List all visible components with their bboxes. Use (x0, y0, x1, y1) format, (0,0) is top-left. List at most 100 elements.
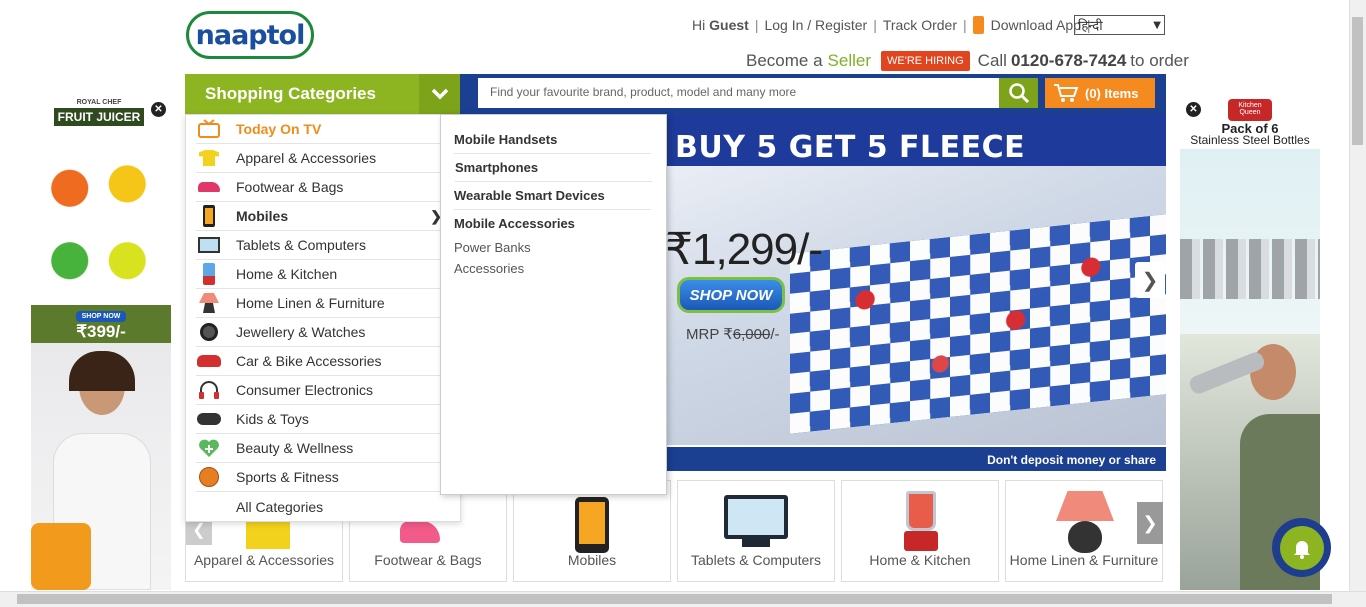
category-tile-mobiles[interactable]: Mobiles (513, 480, 671, 582)
logo-text: naaptol (195, 19, 306, 51)
right-ad-bottles[interactable]: Kitchen Queen Pack of 6 Stainless Steel … (1180, 97, 1320, 590)
lamp-icon (1056, 491, 1114, 521)
chevron-right-icon: ❯ (1142, 512, 1158, 533)
order-text: to order (1130, 51, 1189, 70)
tv-icon (196, 118, 222, 140)
call-text: Call (977, 51, 1007, 70)
tshirt-icon (246, 521, 290, 549)
left-ad-juicer[interactable]: ROYAL CHEF FRUIT JUICER SHOP NOW ₹399/- (31, 97, 171, 590)
menu-item-electronics[interactable]: Consumer Electronics (196, 376, 440, 405)
mrp-label: MRP ₹ (686, 326, 733, 343)
submenu-heading[interactable]: Wearable Smart Devices (454, 188, 651, 210)
phone-number: 0120-678-7424 (1010, 51, 1127, 70)
search-input[interactable]: Find your favourite brand, product, mode… (478, 78, 999, 108)
ad-title: FRUIT JUICER (54, 108, 144, 126)
seller-row: Become a Seller WE'RE HIRING Call 0120-6… (746, 50, 1189, 72)
ad-price-band: SHOP NOW ₹399/- (31, 305, 171, 343)
banner-next-button[interactable]: ❯ (1135, 262, 1165, 298)
strip-next-button[interactable]: ❯ (1137, 502, 1163, 544)
chevron-down-icon (431, 88, 448, 100)
shop-now-label: SHOP NOW (689, 286, 773, 304)
menu-item-label: Apparel & Accessories (236, 150, 377, 166)
greeting: Hi (692, 17, 706, 33)
mrp-value: 6,000 (732, 326, 771, 343)
category-label: Tablets & Computers (691, 552, 821, 568)
chat-widget-button[interactable] (1272, 518, 1331, 577)
submenu-link[interactable]: Accessories (454, 261, 524, 276)
menu-item-label: Today On TV (236, 121, 322, 137)
submenu-heading[interactable]: Mobile Handsets (454, 132, 651, 154)
categories-title: Shopping Categories (205, 84, 376, 103)
vertical-scroll-thumb[interactable] (1352, 17, 1363, 145)
mobile-icon (575, 497, 609, 553)
ball-icon (196, 466, 222, 488)
menu-item-kids-toys[interactable]: Kids & Toys (196, 405, 440, 434)
search-button[interactable] (999, 78, 1038, 108)
menu-item-label: Consumer Electronics (236, 382, 373, 398)
menu-item-label: Jewellery & Watches (236, 324, 366, 340)
cart-button[interactable]: (0) Items (1045, 78, 1155, 108)
menu-item-beauty[interactable]: Beauty & Wellness (196, 434, 440, 463)
ad-brand-logo: ROYAL CHEF FRUIT JUICER (54, 99, 144, 131)
monitor-icon (724, 495, 788, 539)
menu-item-today-on-tv[interactable]: Today On TV (196, 115, 440, 144)
chevron-right-icon: ❯ (1141, 269, 1159, 292)
menu-item-car-bike[interactable]: Car & Bike Accessories (196, 347, 440, 376)
tshirt-icon (196, 147, 222, 169)
banner-mrp: MRP ₹6,000/- (686, 325, 780, 343)
headphones-icon (196, 379, 222, 401)
menu-item-all-categories[interactable]: All Categories (196, 492, 440, 521)
submenu-heading[interactable]: Smartphones (455, 160, 652, 182)
category-label: Apparel & Accessories (193, 552, 335, 568)
submenu-heading[interactable]: Mobile Accessories (454, 216, 651, 237)
banner-price: ₹1,299/- (665, 225, 823, 274)
monitor-icon (196, 234, 222, 256)
menu-item-apparel[interactable]: Apparel & Accessories (196, 144, 440, 173)
phone-icon (972, 16, 984, 34)
menu-item-jewellery[interactable]: Jewellery & Watches (196, 318, 440, 347)
menu-item-sports[interactable]: Sports & Fitness (196, 463, 440, 492)
cart-icon (1054, 84, 1079, 102)
ad-brand-logo: Kitchen Queen (1228, 99, 1272, 121)
top-links: Hi Guest | Log In / Register | Track Ord… (692, 16, 1091, 34)
seller-link[interactable]: Seller (828, 51, 871, 71)
category-label: Home Linen & Furniture (1009, 552, 1159, 568)
track-order-link[interactable]: Track Order (883, 17, 957, 33)
submenu-link[interactable]: Power Banks (454, 240, 531, 255)
close-left-ad-button[interactable]: ✕ (151, 102, 166, 117)
menu-item-home-linen[interactable]: Home Linen & Furniture (196, 289, 440, 318)
login-link[interactable]: Log In / Register (764, 17, 867, 33)
menu-item-label: Kids & Toys (236, 411, 309, 427)
ad-brand: Kitchen Queen (1238, 102, 1262, 116)
category-menu: Today On TV Apparel & Accessories Footwe… (185, 114, 461, 522)
close-icon: ✕ (154, 104, 163, 115)
category-label: Mobiles (567, 552, 617, 568)
heart-icon (196, 437, 222, 459)
menu-item-label: Home & Kitchen (236, 266, 338, 282)
category-tile-tablets[interactable]: Tablets & Computers (677, 480, 835, 582)
menu-item-footwear[interactable]: Footwear & Bags (196, 173, 440, 202)
shopping-categories-button[interactable]: Shopping Categories (185, 74, 419, 114)
ad-price: ₹399/- (76, 322, 126, 341)
banner-shop-now-button[interactable]: SHOP NOW (677, 277, 785, 313)
become-text: Become a (746, 51, 823, 70)
language-select[interactable]: हिन्दी ▼ (1074, 15, 1165, 35)
juicer-image (41, 152, 156, 297)
menu-item-home-kitchen[interactable]: Home & Kitchen (196, 260, 440, 289)
categories-toggle[interactable] (419, 74, 460, 114)
menu-item-mobiles[interactable]: Mobiles ❯ (196, 202, 442, 231)
banner-footer-text: Don't deposit money or share (987, 453, 1156, 467)
menu-item-label: Home Linen & Furniture (236, 295, 385, 311)
menu-item-tablets[interactable]: Tablets & Computers (196, 231, 440, 260)
ad-shop-now[interactable]: SHOP NOW (75, 311, 127, 322)
user-name: Guest (709, 17, 749, 33)
download-app-link[interactable]: Download App (991, 17, 1081, 33)
search-placeholder: Find your favourite brand, product, mode… (490, 85, 797, 99)
cart-count: (0) Items (1085, 85, 1139, 101)
close-right-ad-button[interactable]: ✕ (1186, 102, 1201, 117)
horizontal-scroll-thumb[interactable] (17, 594, 1332, 604)
chevron-down-icon: ▼ (1153, 19, 1161, 31)
hiring-badge[interactable]: WE'RE HIRING (881, 51, 970, 71)
naaptol-logo[interactable]: naaptol (186, 11, 314, 59)
category-tile-home-kitchen[interactable]: Home & Kitchen (841, 480, 999, 582)
